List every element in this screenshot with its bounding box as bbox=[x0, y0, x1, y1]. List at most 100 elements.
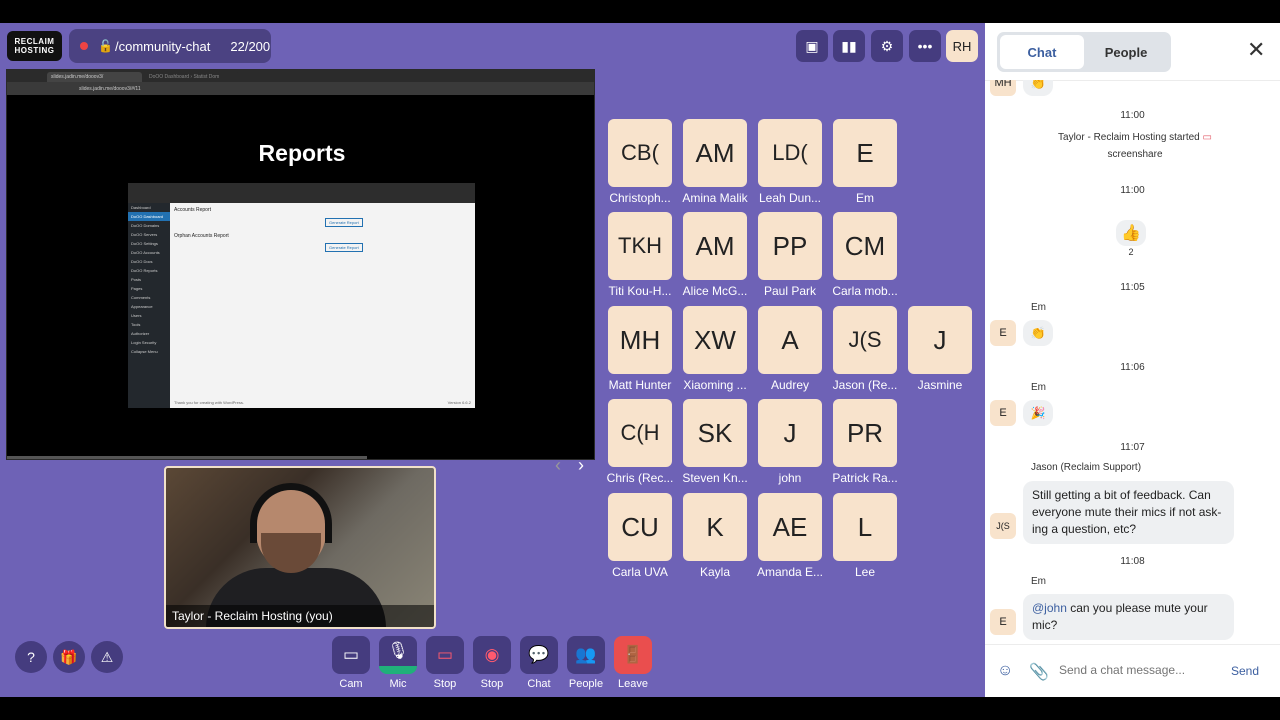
participant-tile[interactable]: CU Carla UVA bbox=[608, 493, 672, 579]
message-author: Jason (Reclaim Support) bbox=[1031, 462, 1142, 473]
close-icon[interactable]: ✕ bbox=[1247, 37, 1265, 63]
message-author: Em bbox=[1031, 302, 1046, 313]
chat-panel: Chat People ✕ MH 👏 11:00 Taylor - Reclai… bbox=[985, 23, 1280, 697]
shared-tab: DoOO Dashboard › Statist Dom bbox=[145, 72, 240, 82]
participant-tile[interactable]: CB(Christoph... bbox=[608, 119, 672, 205]
participant-tile[interactable]: Jjohn bbox=[758, 399, 822, 485]
slide-title: Reports bbox=[258, 140, 346, 166]
shared-browser-tabs: slides.jadin.me/dooov3/ DoOO Dashboard ›… bbox=[7, 70, 594, 82]
brand-logo: RECLAIM HOSTING bbox=[7, 31, 62, 61]
chat-composer: ☺ 📎 Send bbox=[985, 644, 1280, 697]
participant-tile[interactable]: L Lee bbox=[833, 493, 897, 579]
participant-avatar: SK bbox=[683, 399, 747, 467]
cam-control[interactable]: ▭ Cam bbox=[332, 636, 370, 690]
participant-name: Christoph... bbox=[609, 191, 671, 205]
participant-name: Carla UVA bbox=[612, 565, 668, 579]
participant-avatar: AE bbox=[758, 493, 822, 561]
participant-tile[interactable]: TKH Titi Kou-H... bbox=[608, 212, 672, 298]
slide-screenshot: Dashboard DoOO Dashboard DoOO Domains DoOO … bbox=[128, 183, 475, 408]
participant-tile[interactable]: XW Xiaoming ... bbox=[683, 306, 747, 392]
participant-avatar: K bbox=[683, 493, 747, 561]
participant-avatar: TKH bbox=[608, 212, 672, 280]
shared-tab: slides.jadin.me/dooov3/ bbox=[47, 72, 142, 82]
participant-tile[interactable]: J(S Jason (Re... bbox=[833, 306, 897, 392]
camera-icon[interactable]: ▭ bbox=[332, 636, 370, 674]
reaction-count: 2 bbox=[1128, 247, 1134, 257]
settings-button[interactable]: ⚙ bbox=[871, 30, 903, 62]
message-time: 11:07 bbox=[1120, 442, 1145, 453]
inner-sidebar-item: Pages bbox=[131, 286, 143, 291]
stop-recording-control[interactable]: ◉ Stop bbox=[473, 636, 511, 690]
chat-messages[interactable]: MH 👏 11:00 Taylor - Reclaim Hosting star… bbox=[985, 80, 1280, 642]
participant-name: Chris (Rec... bbox=[606, 471, 674, 485]
warning-icon: ⚠ bbox=[100, 648, 114, 665]
chat-control[interactable]: 💬 Chat bbox=[520, 636, 558, 690]
inner-sidebar-item: Authorizer bbox=[131, 331, 150, 336]
participant-tile[interactable]: PP Paul Park bbox=[758, 212, 822, 298]
participant-tile[interactable]: C(H Chris (Rec... bbox=[607, 399, 673, 485]
slide: Reports Dashboard DoOO Dashboard DoOO Doma… bbox=[7, 95, 594, 475]
participant-tile[interactable]: MH Matt Hunter bbox=[608, 306, 672, 392]
participant-name: Matt Hunter bbox=[608, 378, 672, 392]
room-info-pill[interactable]: 🔓 /community-chat 22/200 bbox=[69, 29, 271, 63]
attach-icon[interactable]: 📎 bbox=[1029, 662, 1049, 682]
participant-name: Jasmine bbox=[917, 378, 963, 392]
reaction[interactable]: 👍 2 bbox=[1116, 220, 1146, 257]
tab-chat[interactable]: Chat bbox=[1000, 35, 1084, 69]
system-message-text: Taylor - Reclaim Hosting started bbox=[1058, 132, 1200, 143]
people-control[interactable]: 👥 People bbox=[567, 636, 605, 690]
leave-control[interactable]: 🚪 Leave bbox=[614, 636, 652, 690]
self-video-tile[interactable]: Taylor - Reclaim Hosting (you) bbox=[164, 466, 436, 629]
participant-tile[interactable]: A Audrey bbox=[758, 306, 822, 392]
emoji-picker-icon[interactable]: ☺ bbox=[997, 662, 1013, 680]
participant-name: Patrick Ra... bbox=[832, 471, 898, 485]
mention[interactable]: @john bbox=[1032, 601, 1067, 615]
participant-tile[interactable]: CM Carla mob... bbox=[832, 212, 898, 298]
message-time: 11:08 bbox=[1120, 556, 1145, 567]
report-button[interactable]: ⚠ bbox=[91, 641, 123, 673]
gear-icon: ⚙ bbox=[880, 37, 894, 54]
participant-tile[interactable]: AE Amanda E... bbox=[757, 493, 823, 579]
participant-tile[interactable]: AM Alice McG... bbox=[683, 212, 747, 298]
screenshare-small-icon: ▭ bbox=[1202, 132, 1212, 143]
participant-avatar: MH bbox=[608, 306, 672, 374]
tab-people[interactable]: People bbox=[1084, 35, 1168, 69]
help-button[interactable]: ? bbox=[15, 641, 47, 673]
my-avatar[interactable]: RH bbox=[946, 30, 978, 62]
message-author: Em bbox=[1031, 382, 1046, 393]
participant-name: Titi Kou-H... bbox=[608, 284, 672, 298]
mic-icon[interactable]: 🎙 bbox=[379, 636, 417, 674]
message-author: Em bbox=[1031, 576, 1046, 587]
screen-layout-button[interactable]: ▣ bbox=[796, 30, 828, 62]
gift-button[interactable]: 🎁 bbox=[53, 641, 85, 673]
message-avatar: E bbox=[990, 609, 1016, 635]
message-avatar: E bbox=[990, 320, 1016, 346]
stop-share-control[interactable]: ▭ Stop bbox=[426, 636, 464, 690]
chat-input[interactable] bbox=[1059, 663, 1219, 677]
participant-tile[interactable]: SK Steven Kn... bbox=[682, 399, 748, 485]
prev-slide-icon[interactable]: ‹ bbox=[555, 455, 561, 476]
leave-icon[interactable]: 🚪 bbox=[614, 636, 652, 674]
more-button[interactable]: ••• bbox=[909, 30, 941, 62]
participant-tile[interactable]: J Jasmine bbox=[908, 306, 972, 392]
record-icon[interactable]: ◉ bbox=[473, 636, 511, 674]
participant-tile[interactable]: E Em bbox=[833, 119, 897, 205]
participant-avatar: AM bbox=[683, 212, 747, 280]
participant-tile[interactable]: K Kayla bbox=[683, 493, 747, 579]
headset bbox=[250, 483, 332, 543]
system-message-text: screenshare bbox=[1107, 149, 1163, 160]
stats-button[interactable]: ▮▮ bbox=[833, 30, 865, 62]
participant-tile[interactable]: AM Amina Malik bbox=[682, 119, 748, 205]
participant-tile[interactable]: LD(Leah Dun... bbox=[758, 119, 822, 205]
mic-control[interactable]: 🎙 Mic bbox=[379, 636, 417, 690]
inner-heading: Orphan Accounts Report bbox=[174, 233, 229, 239]
participant-name: Leah Dun... bbox=[758, 191, 822, 205]
send-button[interactable]: Send bbox=[1231, 664, 1259, 678]
inner-sidebar-item: Collapse Menu bbox=[131, 349, 158, 354]
gift-icon: 🎁 bbox=[60, 648, 78, 665]
participant-tile[interactable]: PR Patrick Ra... bbox=[832, 399, 898, 485]
people-icon[interactable]: 👥 bbox=[567, 636, 605, 674]
screenshare-icon[interactable]: ▭ bbox=[426, 636, 464, 674]
chat-icon[interactable]: 💬 bbox=[520, 636, 558, 674]
next-slide-icon[interactable]: › bbox=[578, 455, 584, 476]
